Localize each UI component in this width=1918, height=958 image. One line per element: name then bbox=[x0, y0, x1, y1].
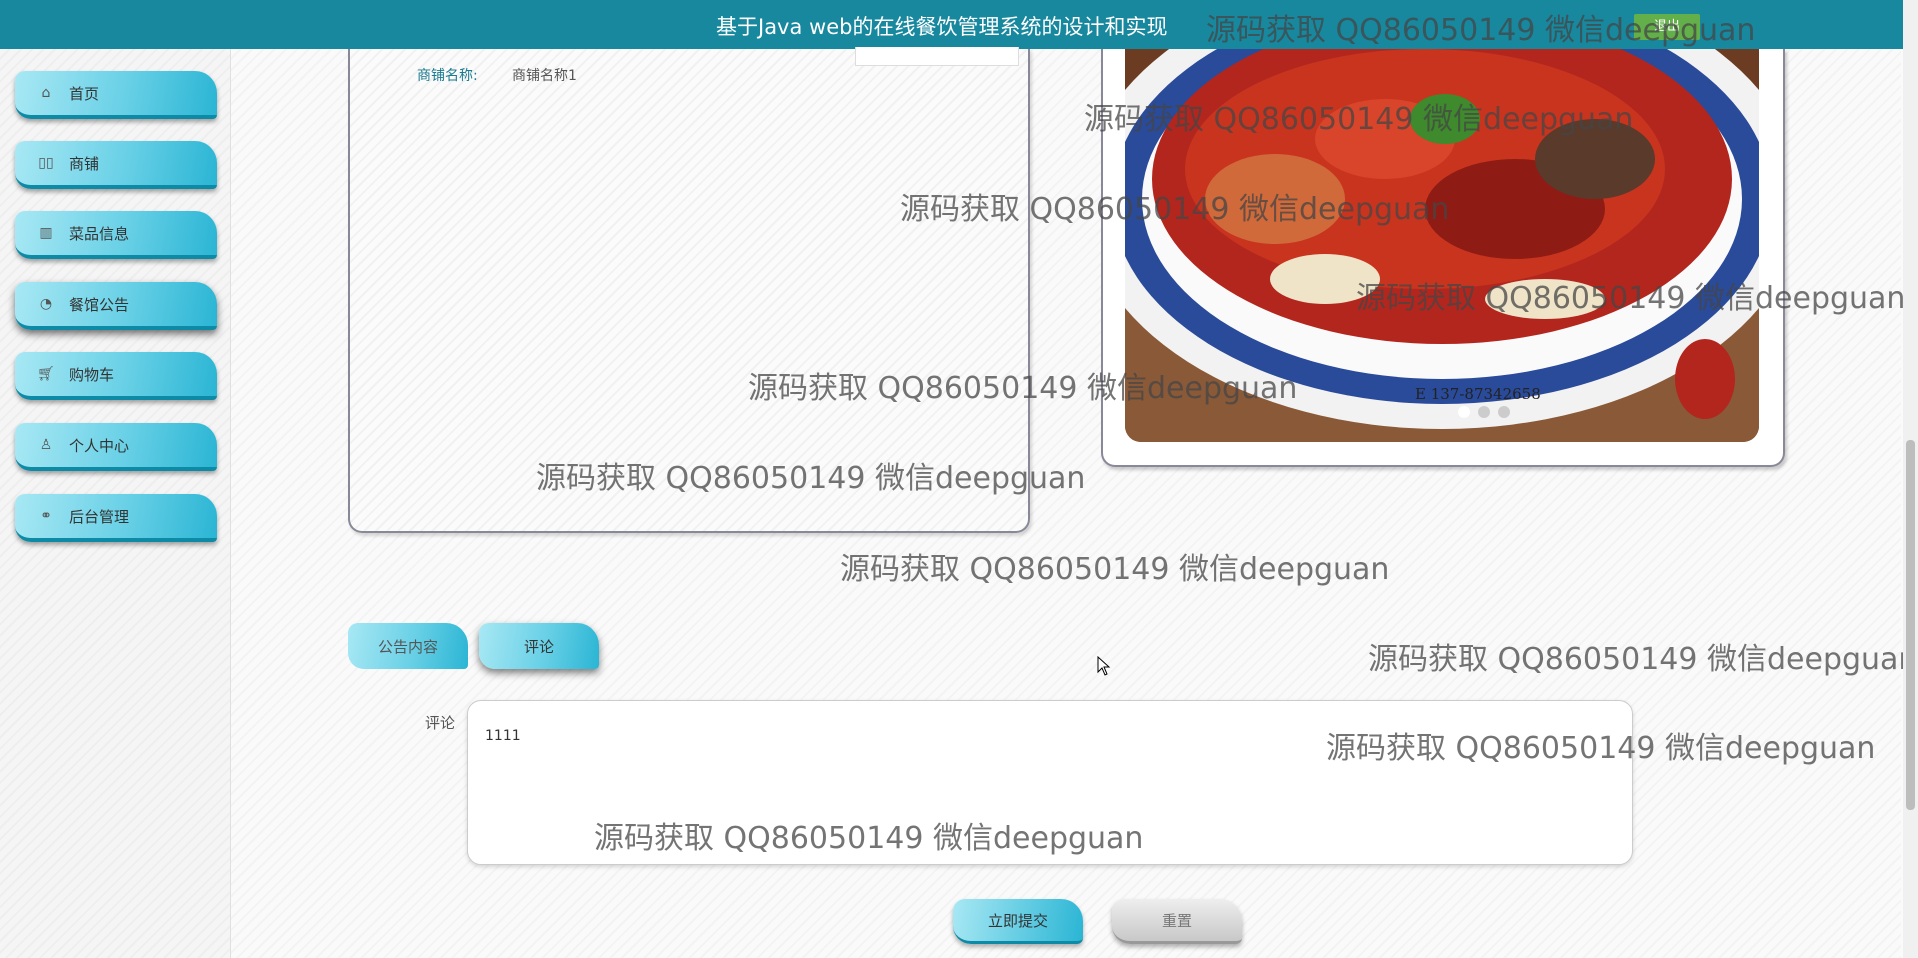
info-field-box bbox=[855, 47, 1019, 66]
carousel-dot[interactable] bbox=[1478, 406, 1490, 418]
shop-name-label: 商铺名称: bbox=[417, 68, 478, 84]
image-carousel[interactable]: E 137-87342658 bbox=[1101, 49, 1785, 467]
sidebar-item-label: 餐馆公告 bbox=[69, 295, 130, 314]
logout-button[interactable]: 退出 bbox=[1634, 14, 1700, 40]
sidebar-item-cart[interactable]: 🛒︎ 购物车 bbox=[15, 352, 217, 400]
shop-icon: ▯▯ bbox=[38, 155, 54, 171]
mouse-cursor-icon bbox=[1097, 656, 1111, 676]
comment-label: 评论 bbox=[425, 714, 456, 732]
carousel-dots bbox=[1458, 406, 1510, 418]
carousel-dot[interactable] bbox=[1458, 406, 1470, 418]
image-phone-text: E 137-87342658 bbox=[1415, 385, 1541, 403]
sidebar-item-label: 首页 bbox=[69, 84, 100, 103]
tab-comments[interactable]: 评论 bbox=[479, 623, 599, 669]
link-icon: ⚭ bbox=[40, 508, 52, 524]
sidebar-item-dishes[interactable]: ▥ 菜品信息 bbox=[15, 211, 217, 259]
page-scrollbar[interactable] bbox=[1903, 0, 1918, 958]
sidebar-item-label: 个人中心 bbox=[69, 436, 130, 455]
home-icon: ⌂ bbox=[41, 85, 51, 101]
food-image: E 137-87342658 bbox=[1125, 49, 1759, 442]
app-title: 基于Java web的在线餐饮管理系统的设计和实现 bbox=[716, 15, 1168, 39]
main-content: 商铺名称: 商铺名称1 E 137-87342658 公告内容 评论 评论 11… bbox=[231, 47, 1901, 958]
reset-button[interactable]: 重置 bbox=[1112, 899, 1242, 944]
tab-announcement-content[interactable]: 公告内容 bbox=[348, 623, 468, 669]
user-icon: ♙ bbox=[39, 437, 53, 453]
sidebar-item-admin[interactable]: ⚭ 后台管理 bbox=[15, 494, 217, 542]
shop-name-value: 商铺名称1 bbox=[512, 68, 577, 84]
dish-icon: ▥ bbox=[39, 225, 53, 241]
submit-button[interactable]: 立即提交 bbox=[953, 899, 1083, 944]
sidebar-item-announcements[interactable]: ◔ 餐馆公告 bbox=[15, 282, 217, 330]
cart-icon: 🛒︎ bbox=[37, 366, 55, 382]
sidebar-item-label: 商铺 bbox=[69, 154, 100, 173]
sidebar-item-label: 购物车 bbox=[69, 365, 115, 384]
sidebar-item-label: 后台管理 bbox=[69, 507, 130, 526]
scrollbar-thumb[interactable] bbox=[1906, 440, 1915, 810]
sidebar-item-profile[interactable]: ♙ 个人中心 bbox=[15, 423, 217, 471]
palette-icon: ◔ bbox=[39, 296, 53, 312]
carousel-dot[interactable] bbox=[1498, 406, 1510, 418]
sidebar-item-shop[interactable]: ▯▯ 商铺 bbox=[15, 141, 217, 189]
top-bar: 基于Java web的在线餐饮管理系统的设计和实现 退出 bbox=[0, 0, 1918, 49]
comment-textarea[interactable]: 1111 bbox=[467, 700, 1633, 865]
sidebar-item-label: 菜品信息 bbox=[69, 224, 130, 243]
comment-value: 1111 bbox=[485, 728, 521, 744]
sidebar: ⌂ 首页 ▯▯ 商铺 ▥ 菜品信息 ◔ 餐馆公告 🛒︎ 购物车 ♙ 个人中心 ⚭… bbox=[0, 49, 231, 958]
sidebar-item-home[interactable]: ⌂ 首页 bbox=[15, 71, 217, 119]
detail-info-card: 商铺名称: 商铺名称1 bbox=[348, 47, 1030, 533]
